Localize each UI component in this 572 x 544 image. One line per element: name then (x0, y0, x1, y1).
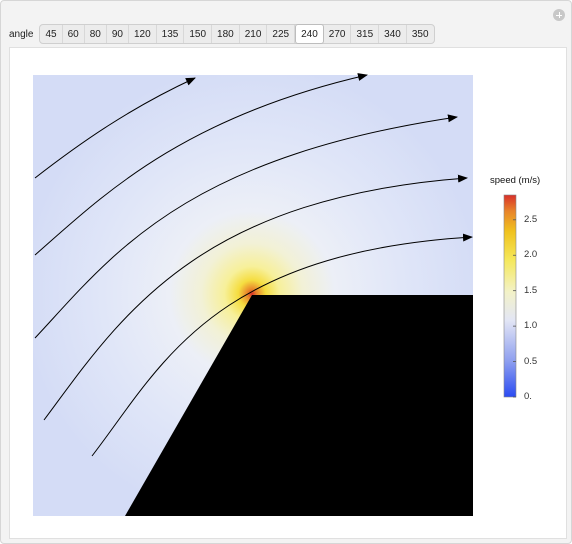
colorbar-tick-label: 0.5 (524, 355, 538, 367)
angle-option-315[interactable]: 315 (351, 25, 380, 43)
angle-control: angle 45 60 80 90 120 135 150 180 210 225 240 270 31… (9, 24, 435, 44)
colorbar (503, 194, 517, 398)
plot-area: speed (m/s) 2.5 2.0 1.5 1.0 0.5 0. (9, 47, 567, 539)
manipulate-panel: angle 45 60 80 90 120 135 150 180 210 225 240 270 31… (0, 0, 572, 544)
angle-selector: 45 60 80 90 120 135 150 180 210 225 240 270 315 340 35… (39, 24, 435, 44)
angle-option-90[interactable]: 90 (107, 25, 129, 43)
angle-option-135[interactable]: 135 (157, 25, 185, 43)
angle-option-340[interactable]: 340 (379, 25, 407, 43)
angle-option-270[interactable]: 270 (324, 25, 352, 43)
plus-icon[interactable] (553, 9, 565, 21)
angle-option-80[interactable]: 80 (85, 25, 107, 43)
angle-label: angle (9, 28, 34, 40)
angle-option-120[interactable]: 120 (129, 25, 157, 43)
flow-plot (33, 73, 517, 516)
angle-option-210[interactable]: 210 (240, 25, 268, 43)
angle-option-150[interactable]: 150 (184, 25, 213, 43)
colorbar-tick-label: 0. (524, 391, 532, 402)
colorbar-tick-label: 1.5 (524, 284, 538, 296)
angle-option-60[interactable]: 60 (63, 25, 85, 43)
colorbar-tick-label: 1.0 (524, 320, 538, 332)
angle-option-45[interactable]: 45 (40, 25, 63, 43)
angle-option-350[interactable]: 350 (407, 25, 434, 43)
angle-option-240[interactable]: 240 (295, 24, 324, 44)
colorbar-tick-label: 2.0 (524, 249, 538, 261)
angle-option-225[interactable]: 225 (267, 25, 296, 43)
angle-option-180[interactable]: 180 (212, 25, 240, 43)
legend-title: speed (m/s) (490, 175, 541, 186)
colorbar-tick-label: 2.5 (524, 213, 538, 225)
